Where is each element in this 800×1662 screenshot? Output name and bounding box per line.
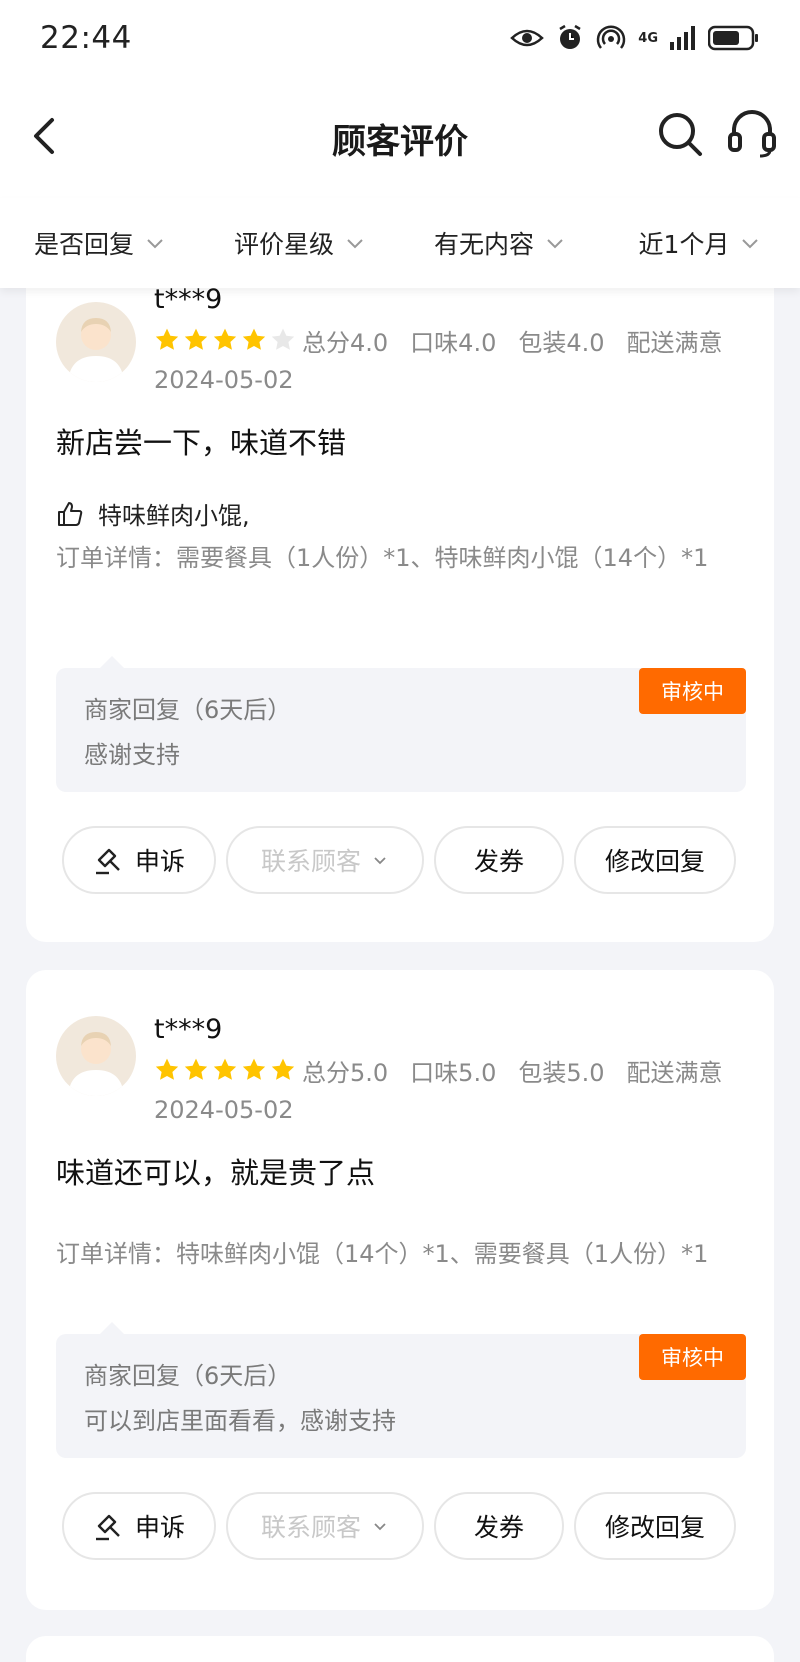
nav-bar: 顾客评价 <box>0 76 800 198</box>
reviewer-name: t***9 <box>154 1014 223 1045</box>
status-badge: 审核中 <box>639 668 746 714</box>
star-rating <box>154 327 296 353</box>
avatar <box>56 1016 136 1096</box>
review-comment: 味道还可以，就是贵了点 <box>56 1156 376 1190</box>
review-comment: 新店尝一下，味道不错 <box>56 426 347 460</box>
order-detail: 订单详情：特味鲜肉小馄（14个）*1、需要餐具（1人份）*1 <box>56 1240 709 1268</box>
coupon-button[interactable]: 发券 <box>434 1492 564 1560</box>
chevron-down-icon <box>147 239 163 249</box>
package-score: 包装5.0 <box>518 1058 605 1087</box>
liked-item-text: 特味鲜肉小馄, <box>98 502 250 530</box>
filter-star-level[interactable]: 评价星级 <box>200 225 400 261</box>
modify-reply-button[interactable]: 修改回复 <box>574 1492 736 1560</box>
merchant-reply: 商家回复（6天后） 感谢支持 审核中 <box>56 656 746 792</box>
filter-label: 有无内容 <box>433 230 534 259</box>
order-detail: 订单详情：需要餐具（1人份）*1、特味鲜肉小馄（14个）*1 <box>56 544 709 572</box>
appeal-label: 申诉 <box>134 847 185 876</box>
chevron-down-icon <box>547 239 563 249</box>
rating-row: 总分4.0 口味4.0 包装4.0 配送满意 <box>154 322 723 358</box>
liked-items: 特味鲜肉小馄, <box>56 496 250 531</box>
contact-customer-button[interactable]: 联系顾客 <box>226 1492 424 1560</box>
user-avatar-icon <box>68 1032 124 1096</box>
star-icon <box>271 1058 295 1080</box>
delivery-score: 配送满意 <box>626 1058 723 1087</box>
delivery-score: 配送满意 <box>626 328 723 357</box>
review-date: 2024-05-02 <box>154 366 294 394</box>
filter-has-content[interactable]: 有无内容 <box>400 225 600 261</box>
chevron-down-icon <box>347 239 363 249</box>
score-breakdown: 总分4.0 口味4.0 包装4.0 配送满意 <box>302 323 723 358</box>
taste-score: 口味5.0 <box>410 1058 497 1087</box>
star-icon <box>155 328 179 350</box>
action-row: 申诉 联系顾客 发券 修改回复 <box>62 1492 736 1560</box>
review-card: t***9 总分5.0 口味5.0 包装5.0 配送满意 2024-05-02 … <box>26 970 774 1610</box>
review-card: t***9 总分4.0 口味4.0 包装4.0 配送满意 2024-05-02 … <box>26 262 774 942</box>
contact-customer-button[interactable]: 联系顾客 <box>226 826 424 894</box>
status-bar: 22:44 4G <box>0 0 800 76</box>
taste-score: 口味4.0 <box>410 328 497 357</box>
review-date: 2024-05-02 <box>154 1096 294 1124</box>
status-badge: 审核中 <box>639 1334 746 1380</box>
star-icon <box>242 328 266 350</box>
alarm-icon <box>559 24 581 49</box>
coupon-label: 发券 <box>473 1513 524 1542</box>
total-score: 总分4.0 <box>302 328 389 357</box>
reply-title: 商家回复（6天后） <box>84 696 292 724</box>
contact-label: 联系顾客 <box>260 1513 361 1542</box>
gavel-icon <box>95 1514 120 1541</box>
star-icon <box>213 1058 237 1080</box>
rating-row: 总分5.0 口味5.0 包装5.0 配送满意 <box>154 1052 723 1088</box>
contact-label: 联系顾客 <box>260 847 361 876</box>
chevron-down-icon <box>374 1523 386 1531</box>
status-icons: 4G <box>510 23 760 53</box>
review-card-partial <box>26 1636 774 1662</box>
filter-label: 是否回复 <box>33 230 134 259</box>
coupon-label: 发券 <box>473 847 524 876</box>
modify-label: 修改回复 <box>604 1513 705 1542</box>
chevron-down-icon <box>374 857 386 865</box>
reply-text: 感谢支持 <box>84 741 180 769</box>
score-breakdown: 总分5.0 口味5.0 包装5.0 配送满意 <box>302 1053 723 1088</box>
battery-icon <box>708 25 758 51</box>
filter-label: 评价星级 <box>233 230 334 259</box>
avatar <box>56 302 136 382</box>
eye-icon <box>510 29 545 47</box>
total-score: 总分5.0 <box>302 1058 389 1087</box>
search-icon[interactable] <box>656 110 704 158</box>
appeal-button[interactable]: 申诉 <box>62 1492 216 1560</box>
star-rating <box>154 1057 296 1083</box>
modify-reply-button[interactable]: 修改回复 <box>574 826 736 894</box>
reviewer-name: t***9 <box>154 284 223 315</box>
appeal-label: 申诉 <box>134 1513 185 1542</box>
star-icon <box>213 328 237 350</box>
star-icon <box>184 328 208 350</box>
gavel-icon <box>95 848 120 875</box>
coupon-button[interactable]: 发券 <box>434 826 564 894</box>
star-icon <box>242 1058 266 1080</box>
customer-service-icon[interactable] <box>726 108 778 160</box>
network-label: 4G <box>638 30 658 46</box>
reply-text: 可以到店里面看看，感谢支持 <box>84 1407 396 1435</box>
star-empty-icon <box>271 328 295 350</box>
status-time: 22:44 <box>40 20 132 56</box>
filter-label: 近1个月 <box>638 230 730 259</box>
modify-label: 修改回复 <box>604 847 705 876</box>
reply-title: 商家回复（6天后） <box>84 1362 292 1390</box>
thumbs-up-icon <box>58 501 83 526</box>
star-icon <box>155 1058 179 1080</box>
action-row: 申诉 联系顾客 发券 修改回复 <box>62 826 736 894</box>
filter-date-range[interactable]: 近1个月 <box>600 225 800 261</box>
signal-icon <box>670 26 695 50</box>
chevron-down-icon <box>742 239 759 249</box>
merchant-reply: 商家回复（6天后） 可以到店里面看看，感谢支持 审核中 <box>56 1322 746 1458</box>
filter-bar: 是否回复 评价星级 有无内容 近1个月 <box>0 198 800 288</box>
hotspot-icon <box>597 25 626 49</box>
star-icon <box>184 1058 208 1080</box>
user-avatar-icon <box>68 318 124 382</box>
appeal-button[interactable]: 申诉 <box>62 826 216 894</box>
filter-replied[interactable]: 是否回复 <box>0 225 200 261</box>
package-score: 包装4.0 <box>518 328 605 357</box>
